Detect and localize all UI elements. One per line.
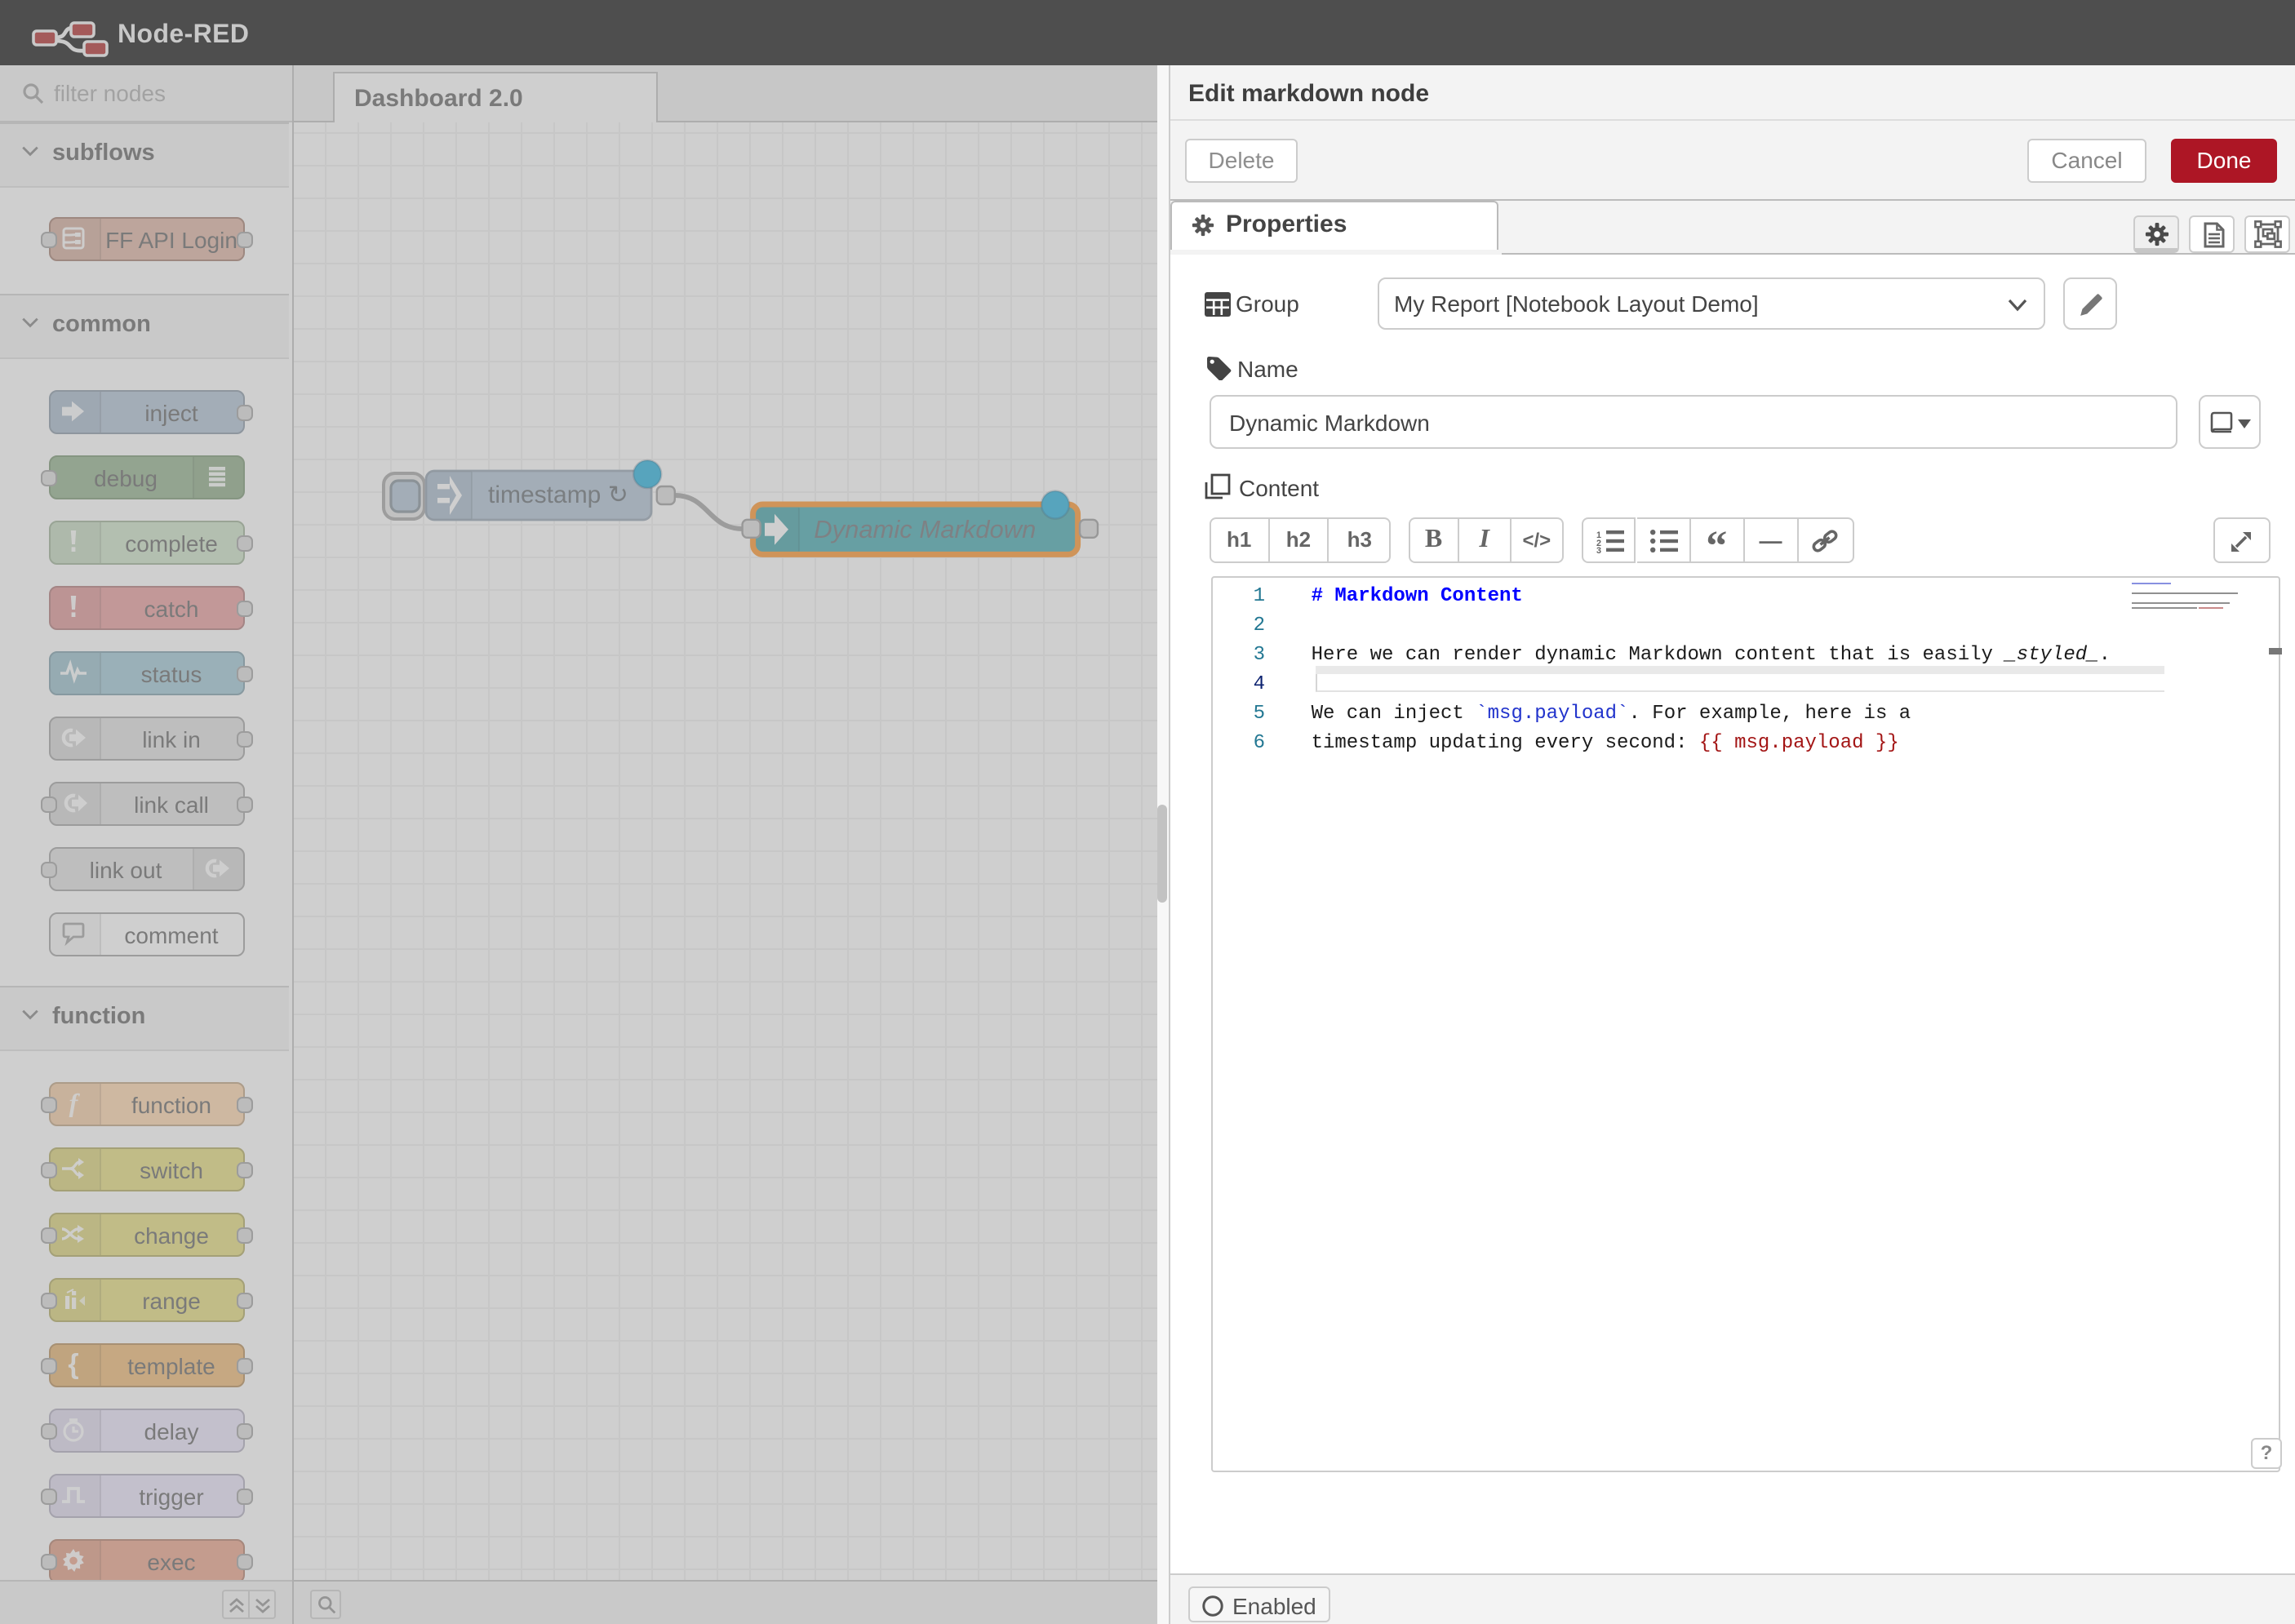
svg-text:3: 3 bbox=[1597, 547, 1602, 554]
